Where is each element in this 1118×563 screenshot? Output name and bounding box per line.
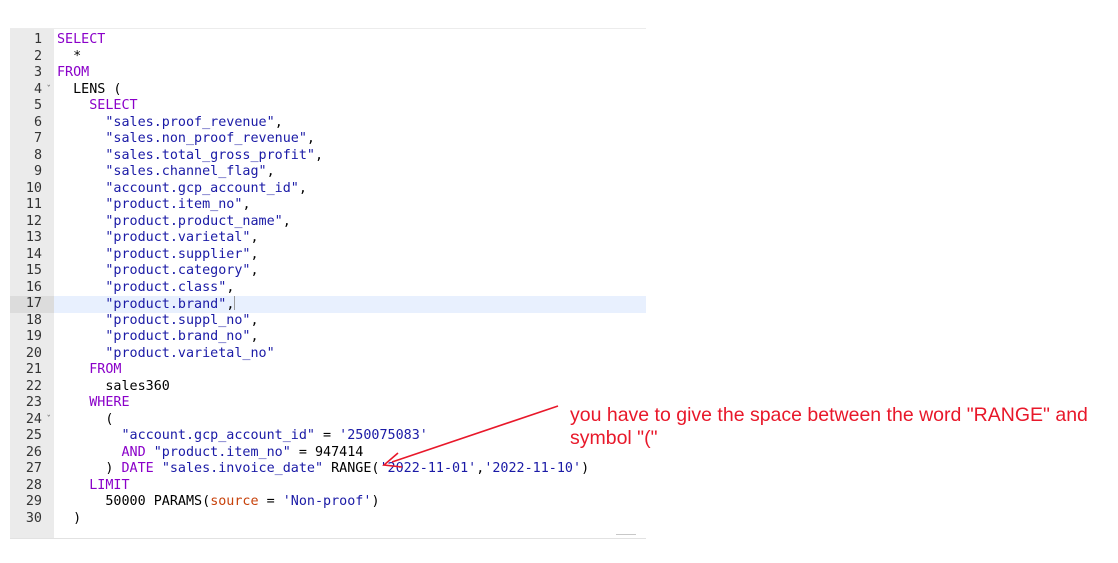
arrow-shaft [391,405,559,463]
annotation-text-line-1: you have to give the space between the w… [570,404,1088,426]
annotation-arrow [382,405,559,468]
annotation-text-line-2: symbol "(" [570,427,658,449]
annotation-note: you have to give the space between the w… [570,404,1110,450]
